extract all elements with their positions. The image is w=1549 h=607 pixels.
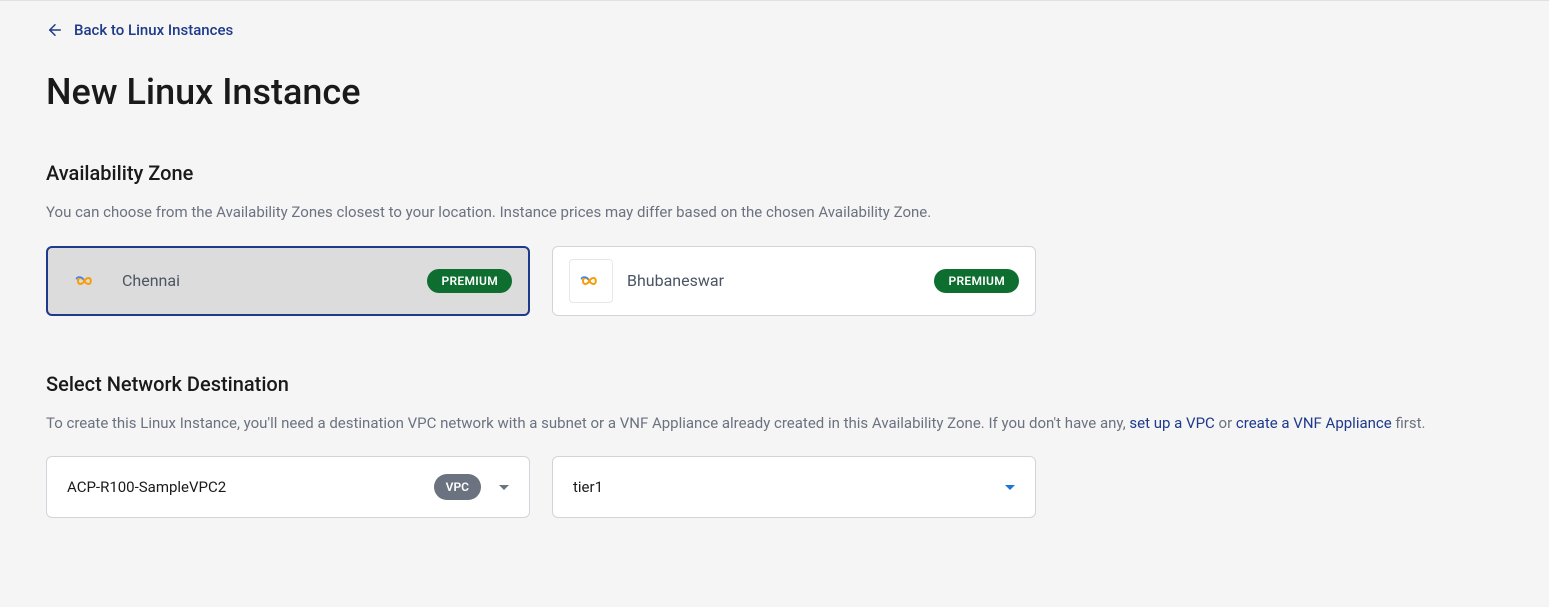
setup-vpc-link[interactable]: set up a VPC xyxy=(1129,414,1214,432)
zone-cards: Chennai PREMIUM Bhubaneswar PREMIUM xyxy=(46,246,1503,316)
availability-zone-description: You can choose from the Availability Zon… xyxy=(46,201,1503,224)
chevron-down-icon xyxy=(1005,485,1015,490)
page-title: New Linux Instance xyxy=(46,71,1503,113)
back-link[interactable]: Back to Linux Instances xyxy=(46,21,233,39)
desc-text: To create this Linux Instance, you'll ne… xyxy=(46,414,1129,432)
network-destination-title: Select Network Destination xyxy=(46,372,1503,396)
create-vnf-link[interactable]: create a VNF Appliance xyxy=(1236,414,1392,432)
arrow-left-icon xyxy=(46,21,64,39)
tier-select[interactable]: tier1 xyxy=(552,456,1036,518)
desc-text: first. xyxy=(1392,414,1426,432)
network-destination-description: To create this Linux Instance, you'll ne… xyxy=(46,412,1503,435)
vpc-select-value: ACP-R100-SampleVPC2 xyxy=(67,478,226,496)
back-link-label: Back to Linux Instances xyxy=(74,21,233,39)
premium-badge: PREMIUM xyxy=(934,269,1019,293)
zone-name: Chennai xyxy=(122,271,180,290)
network-selectors: ACP-R100-SampleVPC2 VPC tier1 xyxy=(46,456,1503,518)
availability-zone-title: Availability Zone xyxy=(46,161,1503,185)
zone-card-chennai[interactable]: Chennai PREMIUM xyxy=(46,246,530,316)
premium-badge: PREMIUM xyxy=(427,269,512,293)
vpc-pill: VPC xyxy=(434,474,481,500)
vpc-select[interactable]: ACP-R100-SampleVPC2 VPC xyxy=(46,456,530,518)
infinity-cloud-icon xyxy=(575,265,607,297)
chevron-down-icon xyxy=(499,485,509,490)
zone-card-bhubaneswar[interactable]: Bhubaneswar PREMIUM xyxy=(552,246,1036,316)
zone-name: Bhubaneswar xyxy=(627,271,724,290)
tier-select-value: tier1 xyxy=(573,478,603,496)
desc-text: or xyxy=(1215,414,1236,432)
infinity-cloud-icon xyxy=(70,265,102,297)
